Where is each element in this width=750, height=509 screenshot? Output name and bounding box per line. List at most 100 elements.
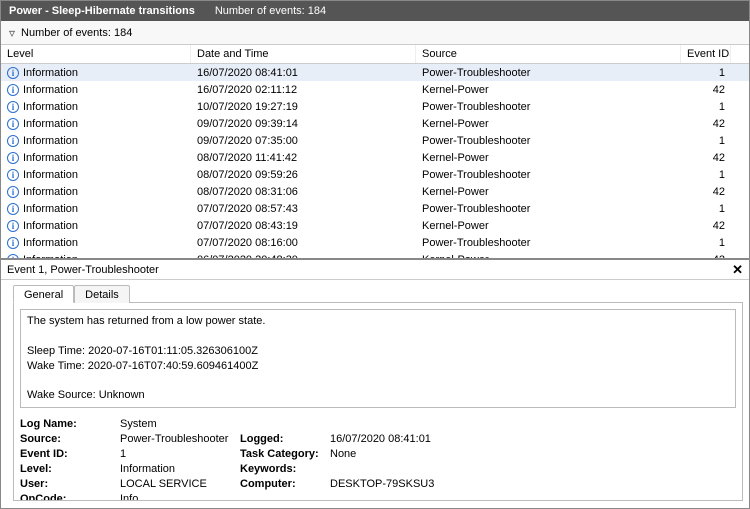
info-icon: i	[7, 101, 19, 113]
cell-datetime: 08/07/2020 09:59:26	[191, 166, 416, 184]
cell-level: iInformation	[1, 183, 191, 201]
cell-level-text: Information	[23, 101, 78, 113]
cell-eventid: 1	[681, 200, 731, 218]
label-opcode: OpCode:	[20, 493, 120, 501]
cell-source: Kernel-Power	[416, 149, 681, 167]
cell-source: Power-Troubleshooter	[416, 98, 681, 116]
cell-source: Kernel-Power	[416, 251, 681, 260]
cell-eventid: 1	[681, 98, 731, 116]
cell-level: iInformation	[1, 234, 191, 252]
cell-level: iInformation	[1, 64, 191, 82]
titlebar: Power - Sleep-Hibernate transitions Numb…	[1, 1, 749, 21]
cell-level: i Information	[1, 217, 191, 235]
cell-eventid: 42	[681, 217, 731, 235]
value-level: Information	[120, 463, 240, 475]
cell-source: Kernel-Power	[416, 81, 681, 99]
cell-level-text: Information	[23, 152, 78, 164]
cell-eventid: 1	[681, 132, 731, 150]
info-icon: i	[7, 220, 19, 232]
cell-level-text: Information	[23, 118, 78, 130]
info-icon: i	[7, 203, 19, 215]
cell-datetime: 08/07/2020 11:41:42	[191, 149, 416, 167]
table-row[interactable]: iInformation16/07/2020 08:41:01Power-Tro…	[1, 64, 749, 81]
cell-level: iInformation	[1, 166, 191, 184]
table-row[interactable]: i Information 10/07/2020 19:27:19Power-Tro…	[1, 98, 749, 115]
tab-details[interactable]: Details	[74, 285, 130, 303]
info-icon: i	[7, 67, 19, 79]
column-header-source[interactable]: Source	[416, 45, 681, 63]
value-computer: DESKTOP-79SKSU3	[330, 478, 530, 490]
window-subtitle: Number of events: 184	[215, 5, 326, 17]
cell-eventid: 1	[681, 64, 731, 82]
close-icon[interactable]: ✕	[732, 262, 743, 278]
table-row[interactable]: iInformation16/07/2020 02:11:12Kernel-Po…	[1, 81, 749, 98]
table-row[interactable]: iInformation06/07/2020 20:48:30Kernel-Po…	[1, 251, 749, 259]
label-logged: Logged:	[240, 433, 330, 445]
cell-eventid: 42	[681, 251, 731, 260]
value-log-name: System	[120, 418, 240, 430]
value-event-id: 1	[120, 448, 240, 460]
cell-level-text: Information	[23, 237, 78, 249]
info-icon: i	[7, 118, 19, 130]
cell-source: Power-Troubleshooter	[416, 200, 681, 218]
cell-level: i Information	[1, 115, 191, 133]
cell-source: Power-Troubleshooter	[416, 64, 681, 82]
label-task-category: Task Category:	[240, 448, 330, 460]
label-level: Level:	[20, 463, 120, 475]
details-tabs: General Details	[1, 280, 749, 302]
cell-level: i Information	[1, 132, 191, 150]
event-grid[interactable]: Level Date and Time Source Event ID ˄ iI…	[1, 45, 749, 259]
grid-body: iInformation16/07/2020 08:41:01Power-Tro…	[1, 64, 749, 259]
filter-icon[interactable]: ▿	[9, 26, 15, 40]
filter-summary: Number of events: 184	[21, 27, 132, 39]
info-icon: i	[7, 254, 19, 260]
cell-datetime: 07/07/2020 08:43:19	[191, 217, 416, 235]
cell-datetime: 09/07/2020 09:39:14	[191, 115, 416, 133]
cell-source: Kernel-Power	[416, 115, 681, 133]
tab-general[interactable]: General	[13, 285, 74, 303]
cell-level-text: Information	[23, 220, 78, 232]
cell-level-text: Information	[23, 135, 78, 147]
event-properties: Log Name: System Source: Power-Troublesh…	[20, 418, 736, 501]
cell-eventid: 42	[681, 183, 731, 201]
cell-level-text: Information	[23, 84, 78, 96]
column-header-datetime[interactable]: Date and Time	[191, 45, 416, 63]
cell-level-text: Information	[23, 169, 78, 181]
cell-datetime: 08/07/2020 08:31:06	[191, 183, 416, 201]
table-row[interactable]: iInformation08/07/2020 08:31:06Kernel-Po…	[1, 183, 749, 200]
cell-level: i Information	[1, 98, 191, 116]
table-row[interactable]: iInformation07/07/2020 08:16:00Power-Tro…	[1, 234, 749, 251]
details-header: Event 1, Power-Troubleshooter ✕	[1, 260, 749, 280]
column-header-level[interactable]: Level	[1, 45, 191, 63]
cell-level: iInformation	[1, 251, 191, 260]
cell-datetime: 10/07/2020 19:27:19	[191, 98, 416, 116]
value-keywords	[330, 463, 530, 475]
table-row[interactable]: iInformation09/07/2020 07:35:00Power-Tro…	[1, 132, 749, 149]
cell-level: iInformation	[1, 149, 191, 167]
cell-source: Power-Troubleshooter	[416, 166, 681, 184]
details-pane: Event 1, Power-Troubleshooter ✕ General …	[1, 259, 749, 507]
column-header-eventid[interactable]: Event ID ˄	[681, 45, 731, 63]
table-row[interactable]: iInformation07/07/2020 08:43:19Kernel-Po…	[1, 217, 749, 234]
cell-datetime: 06/07/2020 20:48:30	[191, 251, 416, 260]
table-row[interactable]: iInformation08/07/2020 11:41:42Kernel-Po…	[1, 149, 749, 166]
cell-eventid: 42	[681, 149, 731, 167]
cell-level: i Information	[1, 200, 191, 218]
filter-toolbar: ▿ Number of events: 184	[1, 21, 749, 45]
cell-datetime: 16/07/2020 08:41:01	[191, 64, 416, 82]
cell-eventid: 42	[681, 81, 731, 99]
table-row[interactable]: iInformation07/07/2020 08:57:43Power-Tro…	[1, 200, 749, 217]
value-user: LOCAL SERVICE	[120, 478, 240, 490]
cell-eventid: 42	[681, 115, 731, 133]
table-row[interactable]: i Information 09/07/2020 09:39:14Kernel-Po…	[1, 115, 749, 132]
label-event-id: Event ID:	[20, 448, 120, 460]
table-row[interactable]: iInformation08/07/2020 09:59:26Power-Tro…	[1, 166, 749, 183]
cell-level-text: Information	[23, 203, 78, 215]
cell-level-text: Information	[23, 186, 78, 198]
cell-datetime: 09/07/2020 07:35:00	[191, 132, 416, 150]
cell-eventid: 1	[681, 166, 731, 184]
cell-source: Power-Troubleshooter	[416, 234, 681, 252]
grid-header: Level Date and Time Source Event ID ˄	[1, 45, 749, 64]
event-message: The system has returned from a low power…	[20, 309, 736, 408]
info-icon: i	[7, 135, 19, 147]
